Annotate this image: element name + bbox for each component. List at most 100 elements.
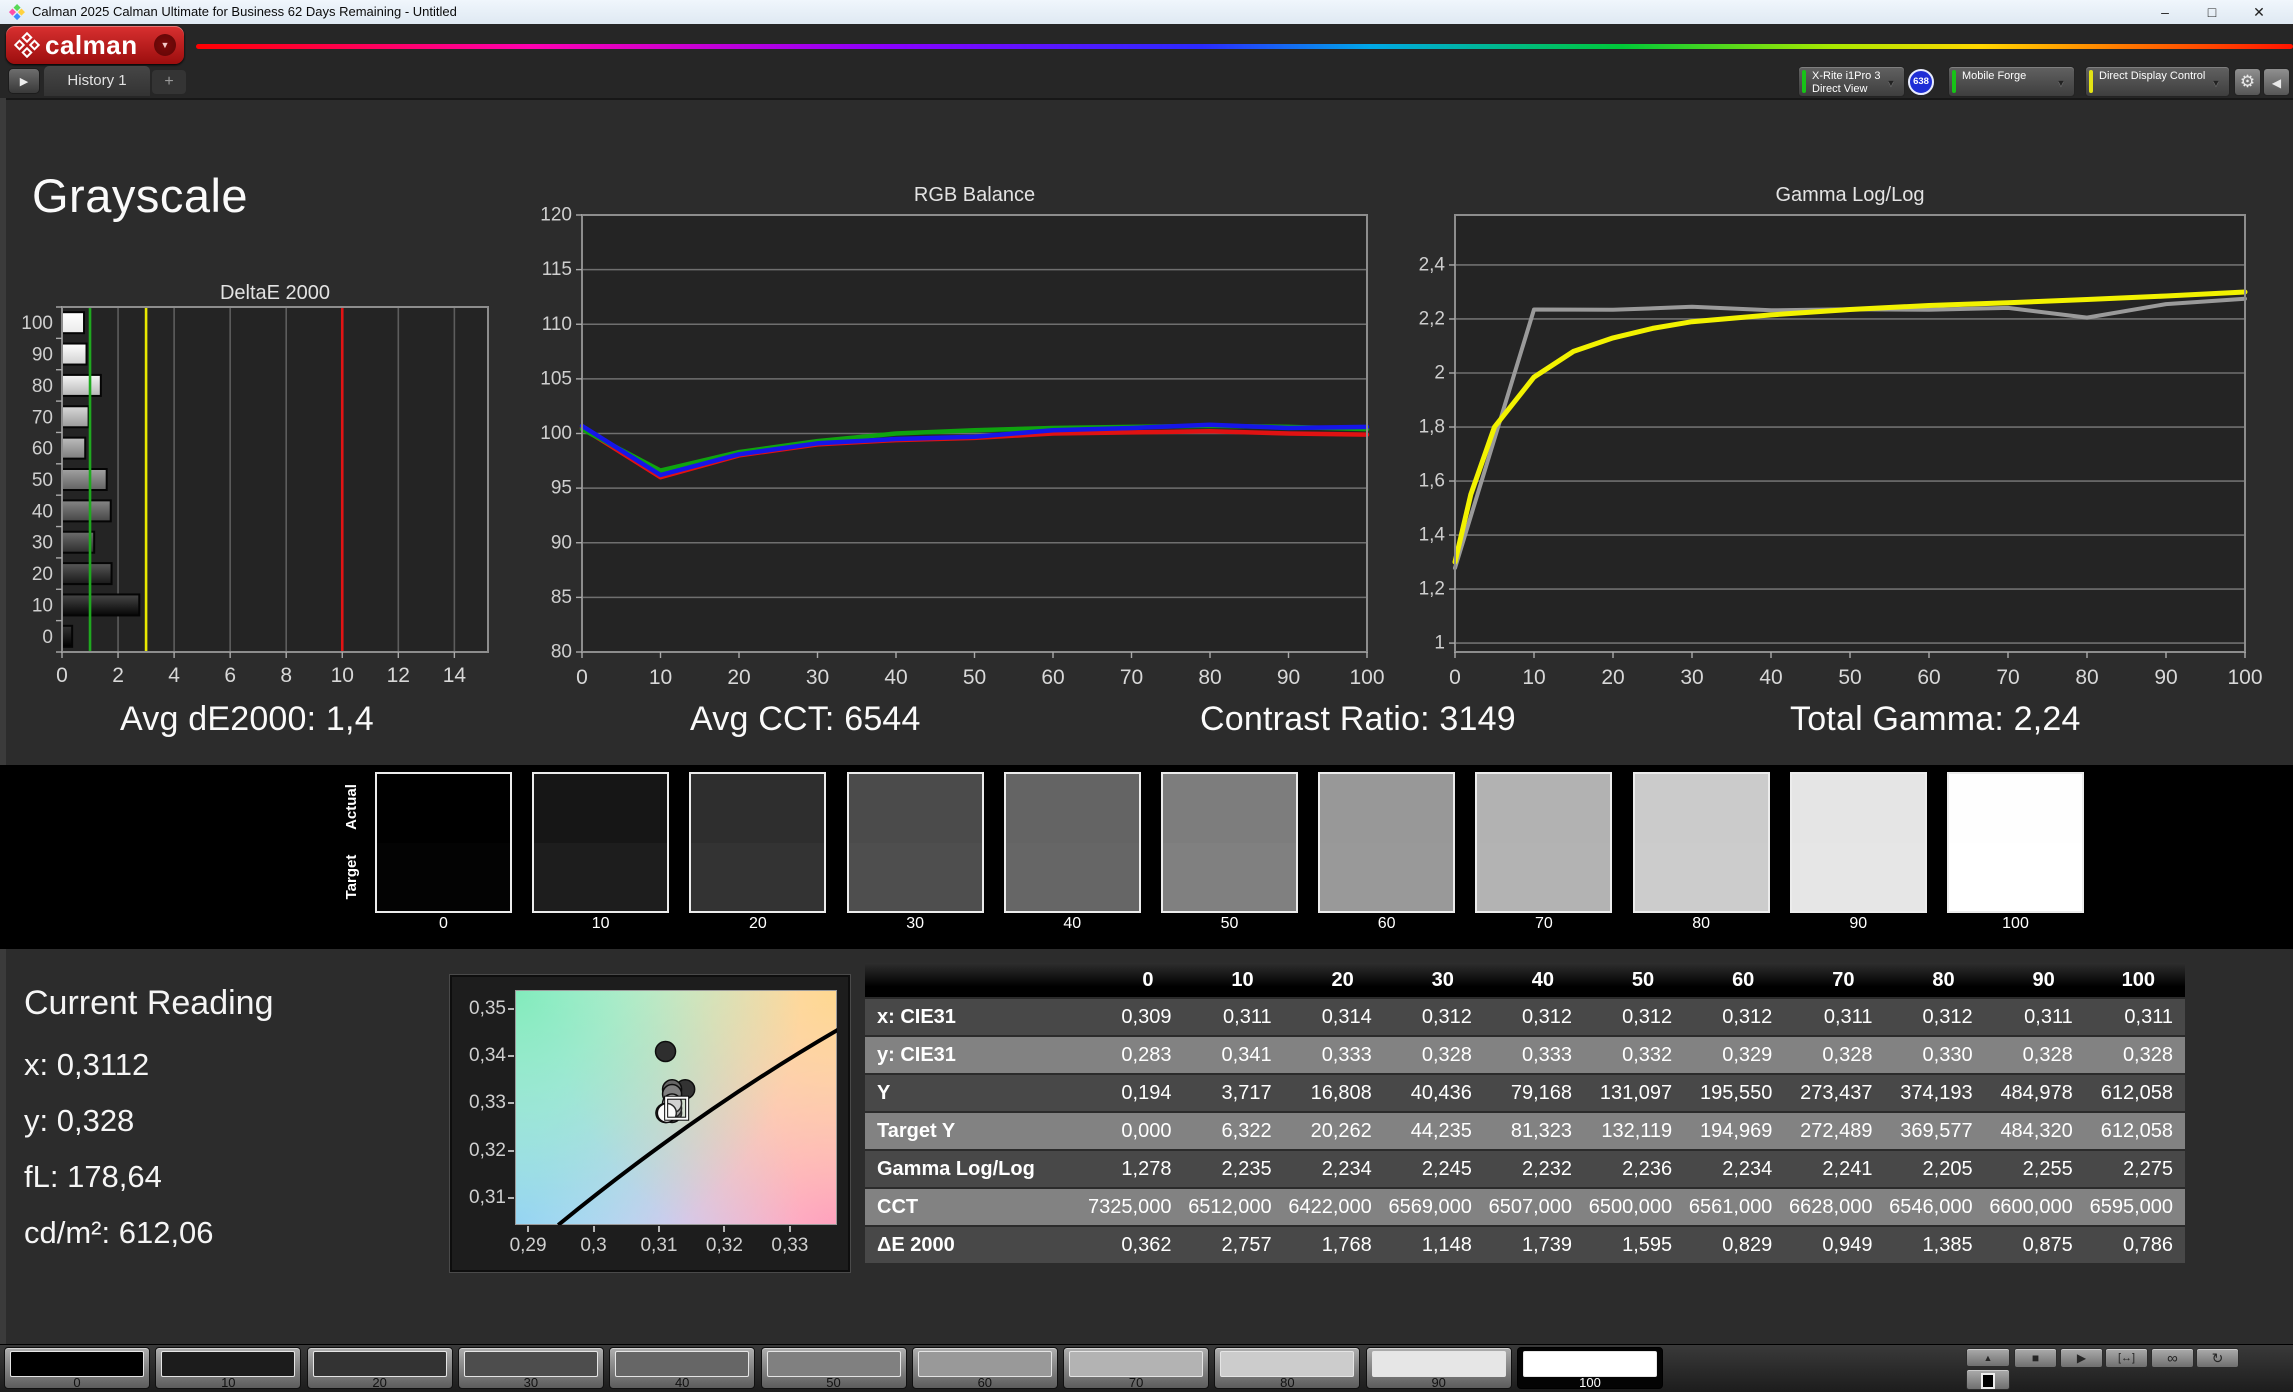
pattern-patch-button-60[interactable]: 60 xyxy=(912,1347,1058,1389)
pattern-window-up-icon[interactable]: ▲ xyxy=(1966,1348,2010,1367)
meter-dropdown-xrite[interactable]: X-Rite i1Pro 3 Direct View ▼ xyxy=(1798,66,1905,97)
swatch-level-label: 40 xyxy=(1004,915,1141,933)
add-tab-button[interactable]: + xyxy=(152,70,186,94)
swatch-level-label: 20 xyxy=(689,915,826,933)
table-cell: 1,385 xyxy=(1884,1226,1984,1263)
swatch-target-half xyxy=(1477,843,1610,912)
table-cell: 6546,000 xyxy=(1884,1188,1984,1226)
svg-text:0: 0 xyxy=(42,627,53,648)
table-cell: 0,311 xyxy=(1183,998,1283,1036)
svg-text:20: 20 xyxy=(1601,666,1624,689)
table-row-label: ΔE 2000 xyxy=(865,1226,1083,1263)
svg-text:1,2: 1,2 xyxy=(1419,579,1445,600)
cie-x-tick xyxy=(593,1226,595,1232)
pattern-patch-button-10[interactable]: 10 xyxy=(155,1347,301,1389)
pattern-patch-button-0[interactable]: 0 xyxy=(4,1347,150,1389)
pattern-patch-button-70[interactable]: 70 xyxy=(1063,1347,1209,1389)
pattern-patch-button-50[interactable]: 50 xyxy=(761,1347,907,1389)
play-icon[interactable]: ▶ xyxy=(2060,1348,2103,1368)
grayscale-swatch-50 xyxy=(1161,772,1298,913)
patch-label: 30 xyxy=(459,1375,603,1390)
table-cell: 0,333 xyxy=(1284,1036,1384,1074)
table-cell: 16,808 xyxy=(1284,1074,1384,1112)
meter-dropdown-mobile-forge[interactable]: Mobile Forge ▼ xyxy=(1948,66,2075,97)
swatch-actual-half xyxy=(1006,774,1139,843)
table-cell: 2,275 xyxy=(2085,1150,2185,1188)
swatch-level-label: 60 xyxy=(1318,915,1455,933)
patch-swatch xyxy=(918,1351,1052,1377)
grayscale-swatch-100 xyxy=(1947,772,2084,913)
svg-text:60: 60 xyxy=(1041,666,1064,689)
avg-de2000-value: Avg dE2000: 1,4 xyxy=(120,700,374,739)
contrast-ratio-value: Contrast Ratio: 3149 xyxy=(1200,700,1516,739)
fit-width-icon[interactable]: [↔] xyxy=(2105,1348,2148,1368)
patch-label: 40 xyxy=(610,1375,754,1390)
pattern-window-button[interactable] xyxy=(1966,1369,2010,1390)
patch-swatch xyxy=(1220,1351,1354,1377)
collapse-panel-icon[interactable]: ◀ xyxy=(2263,68,2290,96)
pattern-patch-button-90[interactable]: 90 xyxy=(1366,1347,1512,1389)
swatch-target-half xyxy=(1320,843,1453,912)
cie-x-tick xyxy=(527,1226,529,1232)
calman-logo-menu[interactable]: calman ▼ xyxy=(6,26,184,64)
tab-history-1[interactable]: History 1 xyxy=(44,66,150,96)
svg-text:70: 70 xyxy=(1996,666,2019,689)
swatch-level-label: 10 xyxy=(532,915,669,933)
table-cell: 369,577 xyxy=(1884,1112,1984,1150)
continuous-measure-icon[interactable]: ∞ xyxy=(2151,1348,2194,1368)
svg-text:100: 100 xyxy=(1349,666,1384,689)
table-cell: 6,322 xyxy=(1183,1112,1283,1150)
svg-text:40: 40 xyxy=(1759,666,1782,689)
stop-icon[interactable]: ■ xyxy=(2014,1348,2057,1368)
current-reading-title: Current Reading xyxy=(24,984,273,1023)
svg-text:1,6: 1,6 xyxy=(1419,471,1445,492)
logo-dropdown-icon[interactable]: ▼ xyxy=(154,34,176,56)
swatch-actual-half xyxy=(1635,774,1768,843)
measurement-table: 0102030405060708090100x: CIE310,3090,311… xyxy=(865,963,2185,1263)
pattern-patch-button-80[interactable]: 80 xyxy=(1214,1347,1360,1389)
pattern-patch-button-40[interactable]: 40 xyxy=(609,1347,755,1389)
table-cell: 2,757 xyxy=(1183,1226,1283,1263)
table-cell: 2,255 xyxy=(1985,1150,2085,1188)
meter-badge[interactable]: 638 xyxy=(1908,69,1934,95)
pattern-patch-button-30[interactable]: 30 xyxy=(458,1347,604,1389)
window-title: Calman 2025 Calman Ultimate for Business… xyxy=(32,4,457,19)
svg-text:30: 30 xyxy=(1680,666,1703,689)
table-cell: 2,232 xyxy=(1484,1150,1584,1188)
table-cell: 6628,000 xyxy=(1784,1188,1884,1226)
history-play-button[interactable]: ▶ xyxy=(8,68,40,94)
table-cell: 0,314 xyxy=(1284,998,1384,1036)
svg-text:40: 40 xyxy=(32,501,53,522)
patch-label: 70 xyxy=(1064,1375,1208,1390)
reading-x: x: 0,3112 xyxy=(24,1037,273,1093)
svg-text:12: 12 xyxy=(387,664,410,687)
svg-text:60: 60 xyxy=(32,439,53,460)
cie-x-tick-label: 0,33 xyxy=(758,1235,822,1257)
cie-x-tick-label: 0,29 xyxy=(496,1235,560,1257)
svg-text:40: 40 xyxy=(884,666,907,689)
table-column-header: 70 xyxy=(1784,963,1884,998)
pattern-patch-button-20[interactable]: 20 xyxy=(307,1347,453,1389)
pattern-patch-button-100[interactable]: 100 xyxy=(1517,1347,1663,1389)
swatch-target-half xyxy=(849,843,982,912)
loop-icon[interactable]: ↻ xyxy=(2196,1348,2239,1368)
svg-text:80: 80 xyxy=(1198,666,1221,689)
meter-dropdown-display-control[interactable]: Direct Display Control ▼ xyxy=(2085,66,2230,97)
chevron-down-icon: ▼ xyxy=(2053,76,2069,90)
patch-label: 100 xyxy=(1518,1375,1662,1390)
patch-label: 10 xyxy=(156,1375,300,1390)
table-cell: 0,312 xyxy=(1684,998,1784,1036)
table-cell: 79,168 xyxy=(1484,1074,1584,1112)
svg-text:2,2: 2,2 xyxy=(1419,308,1445,329)
table-cell: 6500,000 xyxy=(1584,1188,1684,1226)
table-row: Gamma Log/Log1,2782,2352,2342,2452,2322,… xyxy=(865,1150,2185,1188)
maximize-icon[interactable]: □ xyxy=(2195,0,2229,24)
minimize-icon[interactable]: – xyxy=(2148,0,2182,24)
svg-text:70: 70 xyxy=(1120,666,1143,689)
grayscale-swatch-80 xyxy=(1633,772,1770,913)
settings-gear-icon[interactable]: ⚙ xyxy=(2234,68,2261,96)
cie-y-tick-label: 0,31 xyxy=(460,1187,506,1209)
meter-label-line1: X-Rite i1Pro 3 xyxy=(1812,70,1880,83)
app-header: calman ▼ ▶ History 1 + X-Rite i1Pro 3 Di… xyxy=(0,24,2293,100)
close-icon[interactable]: ✕ xyxy=(2242,0,2276,24)
